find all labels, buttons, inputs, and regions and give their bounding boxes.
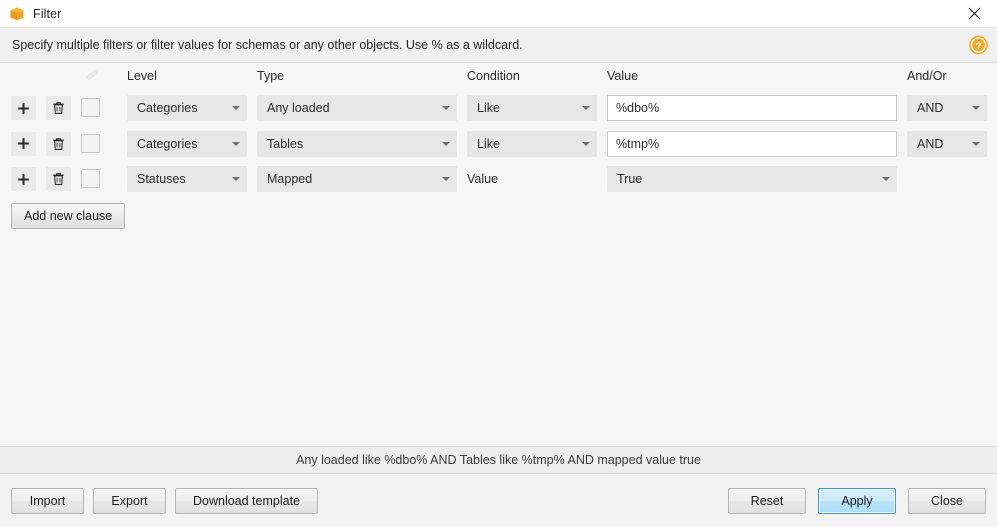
condition-dropdown[interactable]: Like <box>467 131 597 157</box>
column-header-value: Value <box>607 69 897 83</box>
type-dropdown[interactable]: Any loaded <box>257 95 457 121</box>
chevron-down-icon <box>225 106 247 110</box>
column-header-andor: And/Or <box>907 69 987 83</box>
level-dropdown[interactable]: Categories <box>127 95 247 121</box>
chevron-down-icon <box>575 106 597 110</box>
close-icon[interactable] <box>952 0 997 27</box>
delete-clause-button[interactable] <box>46 96 71 120</box>
plus-icon <box>17 173 30 186</box>
add-clause-icon-button[interactable] <box>11 167 36 191</box>
trash-icon <box>52 137 65 151</box>
type-value: Tables <box>257 137 435 151</box>
footer-left-buttons: Import Export Download template <box>11 488 318 514</box>
delete-clause-button[interactable] <box>46 132 71 156</box>
type-value: Mapped <box>257 172 435 186</box>
plus-icon <box>17 137 30 150</box>
andor-dropdown[interactable]: AND <box>907 95 987 121</box>
value-input[interactable] <box>607 131 897 157</box>
apply-button[interactable]: Apply <box>818 488 896 514</box>
reset-button[interactable]: Reset <box>728 488 806 514</box>
filter-clause-row: Categories Any loaded Like AND <box>0 91 997 127</box>
box-icon <box>9 6 25 22</box>
level-dropdown[interactable]: Categories <box>127 131 247 157</box>
level-value: Categories <box>127 101 225 115</box>
close-button[interactable]: Close <box>908 488 986 514</box>
select-clause-checkbox[interactable] <box>81 134 100 153</box>
add-clause-icon-button[interactable] <box>11 96 36 120</box>
chevron-down-icon <box>435 177 457 181</box>
add-clause-icon-button[interactable] <box>11 132 36 156</box>
select-clause-checkbox[interactable] <box>81 169 100 188</box>
footer-right-buttons: Reset Apply Close <box>728 488 986 514</box>
condition-static-label: Value <box>467 166 597 192</box>
chevron-down-icon <box>435 106 457 110</box>
info-banner: Specify multiple filters or filter value… <box>0 27 997 63</box>
filter-clause-area: Level Type Condition Value And/Or <box>0 63 997 446</box>
value-input[interactable] <box>607 95 897 121</box>
type-dropdown[interactable]: Tables <box>257 131 457 157</box>
type-dropdown[interactable]: Mapped <box>257 166 457 192</box>
chevron-down-icon <box>875 177 897 181</box>
type-value: Any loaded <box>257 101 435 115</box>
andor-value: AND <box>907 137 965 151</box>
column-header-type: Type <box>257 69 457 83</box>
condition-value: Like <box>467 101 575 115</box>
column-header-level: Level <box>127 69 247 83</box>
import-button[interactable]: Import <box>11 488 84 514</box>
export-button[interactable]: Export <box>93 488 166 514</box>
filter-clause-row: Categories Tables Like AND <box>0 127 997 163</box>
trash-icon <box>52 101 65 115</box>
chevron-down-icon <box>965 106 987 110</box>
dialog-footer: Import Export Download template Reset Ap… <box>0 474 997 527</box>
add-new-clause-button[interactable]: Add new clause <box>11 203 125 229</box>
title-bar: Filter <box>0 0 997 27</box>
clause-grid: Level Type Condition Value And/Or <box>0 63 997 198</box>
add-new-clause-wrapper: Add new clause <box>11 203 125 229</box>
delete-clause-button[interactable] <box>46 167 71 191</box>
andor-dropdown[interactable]: AND <box>907 131 987 157</box>
column-header-condition: Condition <box>467 69 597 83</box>
svg-text:?: ? <box>976 41 982 52</box>
column-header-row: Level Type Condition Value And/Or <box>0 63 997 91</box>
chevron-down-icon <box>575 142 597 146</box>
select-clause-checkbox[interactable] <box>81 98 100 117</box>
filter-summary-bar: Any loaded like %dbo% AND Tables like %t… <box>0 446 997 474</box>
plus-icon <box>17 102 30 115</box>
level-dropdown[interactable]: Statuses <box>127 166 247 192</box>
filter-summary-text: Any loaded like %dbo% AND Tables like %t… <box>296 453 701 467</box>
value-dropdown[interactable]: True <box>607 166 897 192</box>
andor-value: AND <box>907 101 965 115</box>
window-title: Filter <box>33 7 61 21</box>
eraser-icon <box>85 69 102 83</box>
chevron-down-icon <box>225 142 247 146</box>
level-value: Statuses <box>127 172 225 186</box>
value-selected: True <box>607 172 875 186</box>
chevron-down-icon <box>225 177 247 181</box>
download-template-button[interactable]: Download template <box>175 488 318 514</box>
level-value: Categories <box>127 137 225 151</box>
condition-value: Like <box>467 137 575 151</box>
chevron-down-icon <box>965 142 987 146</box>
condition-dropdown[interactable]: Like <box>467 95 597 121</box>
help-circle-icon[interactable]: ? <box>969 36 988 55</box>
filter-clause-row: Statuses Mapped Value True <box>0 162 997 198</box>
trash-icon <box>52 172 65 186</box>
chevron-down-icon <box>435 142 457 146</box>
banner-text: Specify multiple filters or filter value… <box>12 38 523 52</box>
